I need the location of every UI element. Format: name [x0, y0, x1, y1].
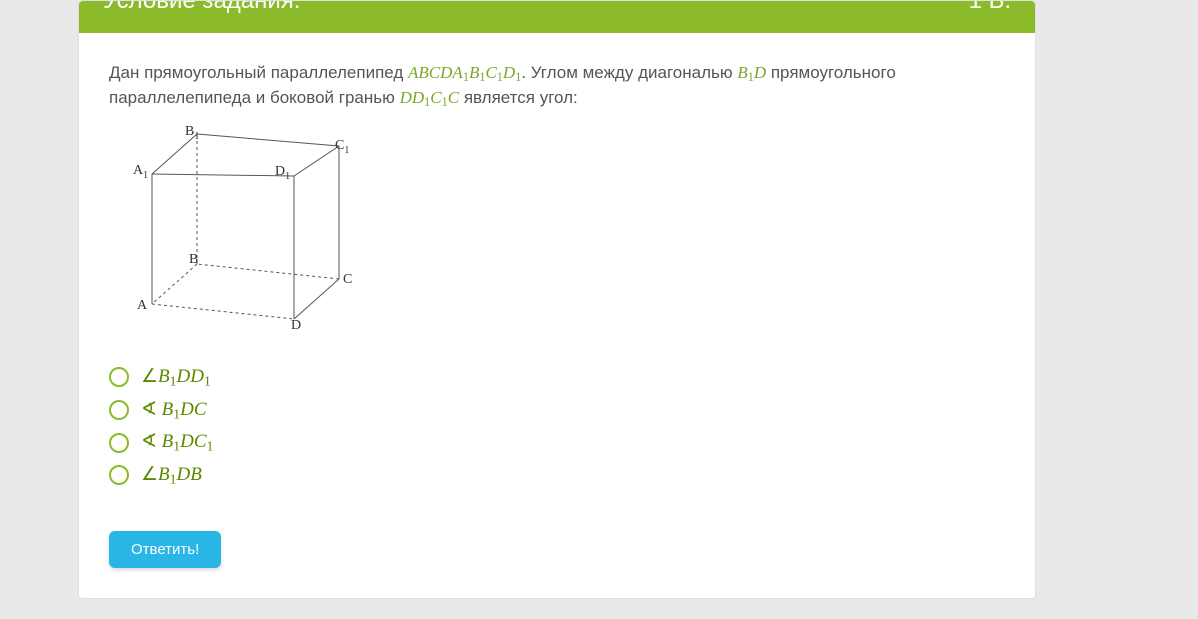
label-C1: C1: [335, 138, 349, 156]
opt-3[interactable]: ∢ B1DC1: [109, 429, 1005, 456]
radio-icon[interactable]: [109, 400, 129, 420]
label-A1: A1: [133, 163, 148, 181]
opt-2[interactable]: ∢ B1DC: [109, 397, 1005, 424]
text-part-1: Дан прямоугольный параллелепипед: [109, 63, 408, 82]
opt-3-label: ∢ B1DC1: [141, 429, 213, 456]
opt-1[interactable]: ∠B1DD1: [109, 364, 1005, 391]
task-body: Дан прямоугольный параллелепипед ABCDA1B…: [79, 33, 1035, 598]
math-b1d: B1D: [737, 63, 766, 82]
task-points: 1 Б.: [969, 1, 1011, 13]
radio-icon[interactable]: [109, 433, 129, 453]
text-part-2: . Углом между диагональю: [521, 63, 737, 82]
opt-2-label: ∢ B1DC: [141, 397, 207, 424]
opt-1-label: ∠B1DD1: [141, 364, 211, 391]
submit-button[interactable]: Ответить!: [109, 531, 221, 568]
opt-4[interactable]: ∠B1DB: [109, 462, 1005, 489]
label-A: A: [137, 298, 148, 313]
opt-4-label: ∠B1DB: [141, 462, 202, 489]
label-B: B: [189, 252, 198, 267]
text-part-4: является угол:: [459, 88, 578, 107]
radio-icon[interactable]: [109, 367, 129, 387]
task-title: Условие задания:: [103, 1, 300, 13]
answer-options: ∠B1DD1 ∢ B1DC ∢ B1DC1 ∠B1DB: [109, 364, 1005, 488]
label-D1: D1: [275, 164, 290, 182]
task-card: Условие задания: 1 Б. Дан прямоугольный …: [78, 0, 1036, 599]
label-C: C: [343, 272, 352, 287]
problem-text: Дан прямоугольный параллелепипед ABCDA1B…: [109, 61, 1005, 111]
parallelepiped-diagram: A B C D A1 B1 C1 D1: [109, 119, 1005, 336]
task-header: Условие задания: 1 Б.: [79, 1, 1035, 33]
math-abcd: ABCDA1B1C1D1: [408, 63, 521, 82]
radio-icon[interactable]: [109, 465, 129, 485]
label-D: D: [291, 318, 301, 329]
math-dd1c1c: DD1C1C: [400, 88, 460, 107]
label-B1: B1: [185, 124, 199, 142]
